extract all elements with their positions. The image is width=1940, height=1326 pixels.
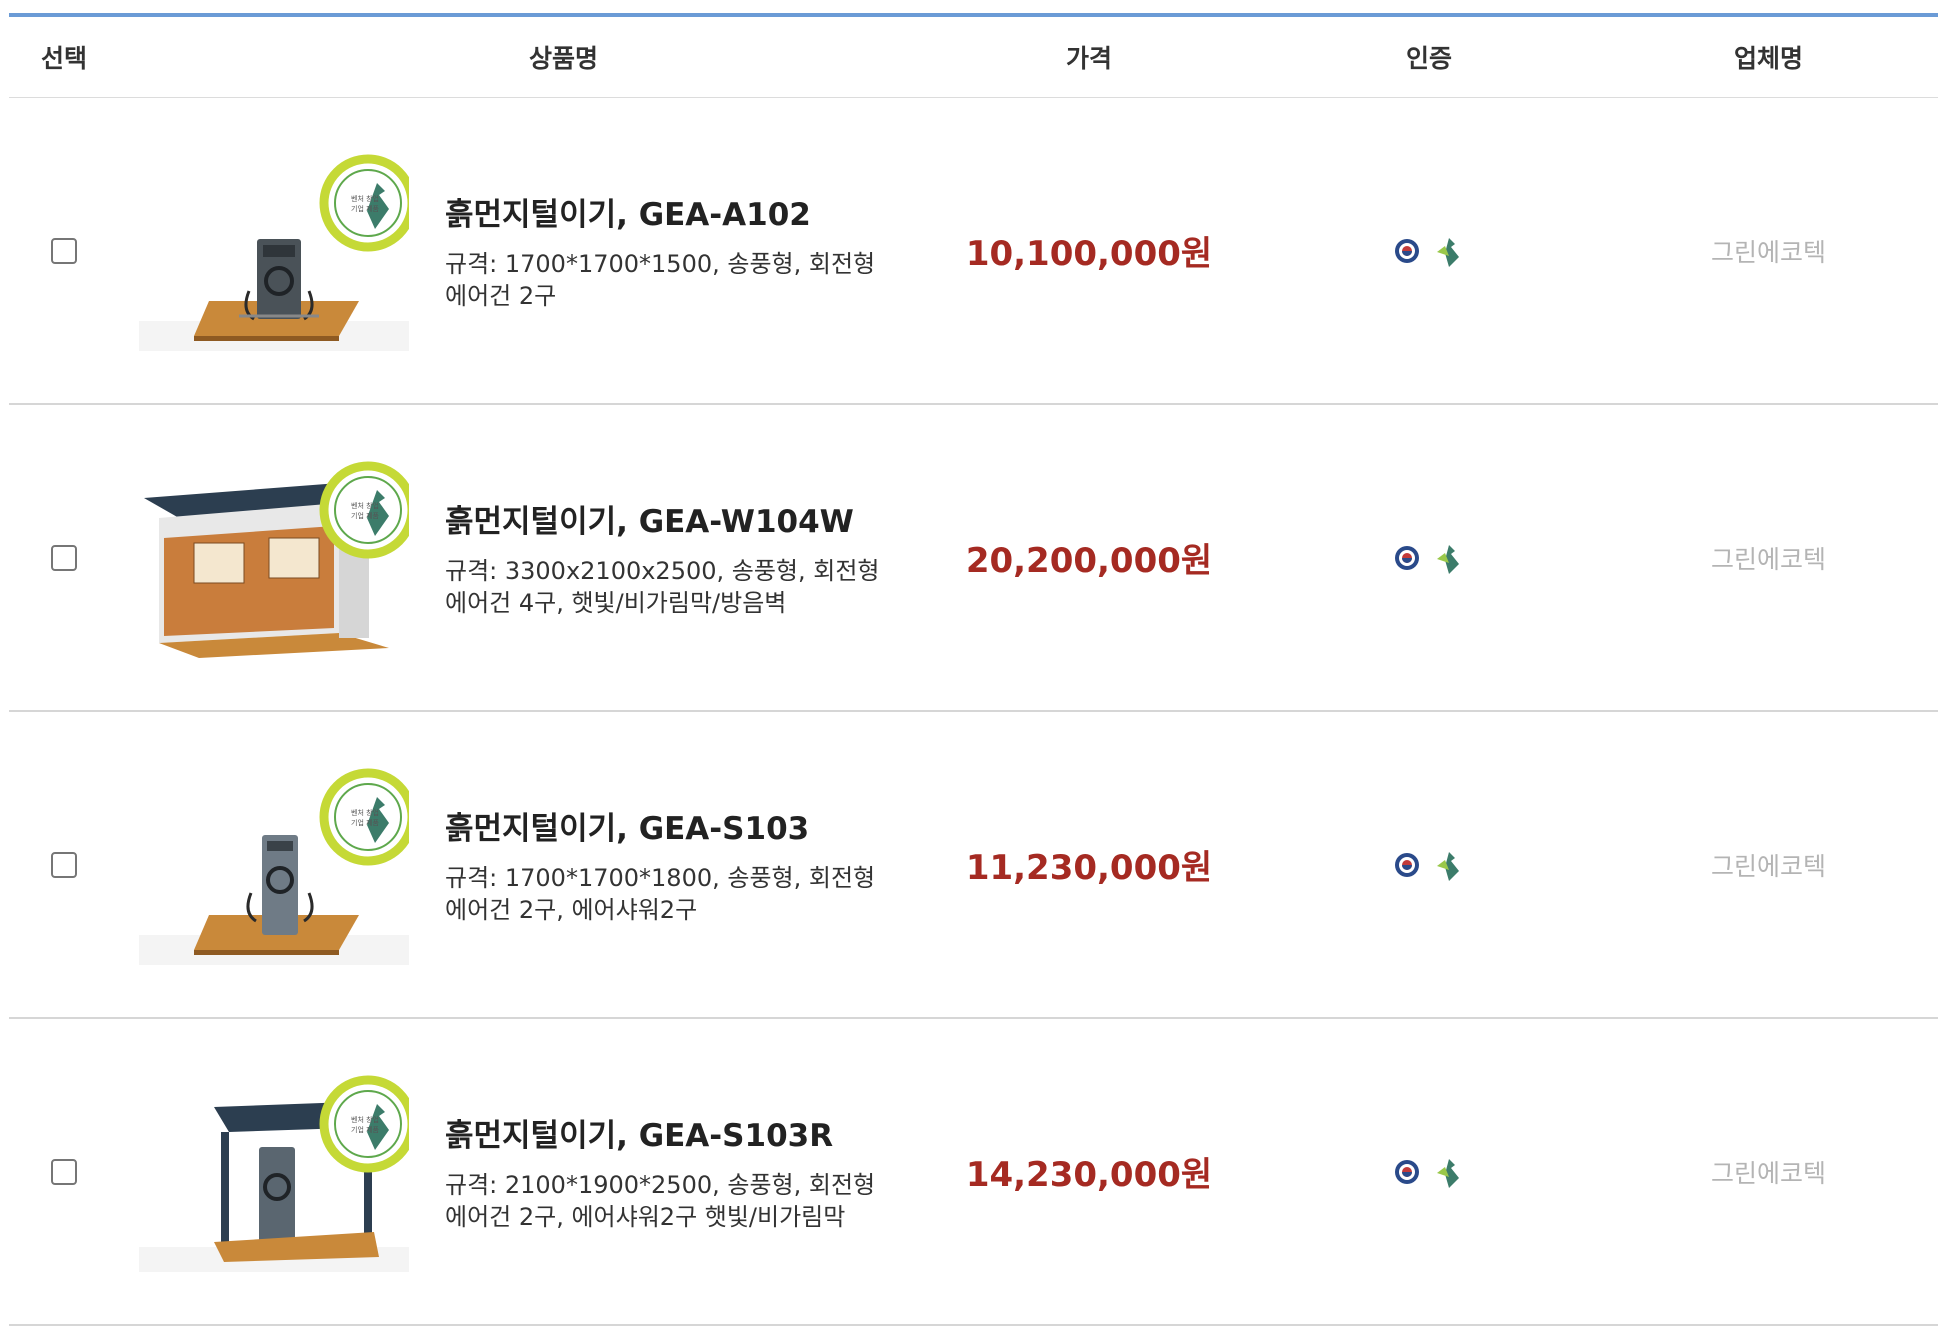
product-thumbnail[interactable]: 벤처 창업 기업 제품 bbox=[139, 458, 409, 658]
svg-text:기업 제품: 기업 제품 bbox=[351, 1125, 380, 1134]
header-product: 상품명 bbox=[529, 44, 599, 73]
row-select-checkbox[interactable] bbox=[51, 1158, 77, 1185]
product-price: 14,230,000원 bbox=[965, 1155, 1213, 1195]
product-name-link[interactable]: 흙먼지털이기, GEA-W104W bbox=[445, 496, 919, 541]
korea-gov-cert-icon bbox=[1395, 1159, 1419, 1184]
korea-gov-cert-icon bbox=[1395, 238, 1419, 263]
product-price: 10,100,000원 bbox=[965, 234, 1213, 274]
venture-cert-icon bbox=[1437, 851, 1459, 881]
product-name-link[interactable]: 흙먼지털이기, GEA-A102 bbox=[445, 189, 919, 234]
table-row: 벤처 창업 기업 제품 흙먼지털이기, GEA-S103 규격: 1700*17… bbox=[9, 712, 1938, 1019]
venture-badge-icon: 벤처 창업 기업 제품 bbox=[319, 461, 409, 558]
product-name-link[interactable]: 흙먼지털이기, GEA-S103 bbox=[445, 803, 919, 848]
product-price: 11,230,000원 bbox=[965, 848, 1213, 888]
product-spec-line1: 규격: 3300x2100x2500, 송풍형, 회전형 bbox=[445, 557, 880, 585]
svg-text:기업 제품: 기업 제품 bbox=[351, 818, 380, 827]
header-cert: 인증 bbox=[1405, 44, 1452, 73]
row-select-checkbox[interactable] bbox=[51, 544, 77, 571]
svg-text:벤처 창업: 벤처 창업 bbox=[351, 1115, 379, 1124]
venture-badge-icon: 벤처 창업 기업 제품 bbox=[319, 1075, 409, 1172]
table-header: 선택 상품명 가격 인증 업체명 bbox=[9, 17, 1938, 98]
svg-text:벤처 창업: 벤처 창업 bbox=[351, 501, 379, 510]
korea-gov-cert-icon bbox=[1395, 852, 1419, 877]
header-vendor: 업체명 bbox=[1733, 44, 1803, 73]
svg-text:벤처 창업: 벤처 창업 bbox=[351, 808, 379, 817]
venture-badge-icon: 벤처 창업 기업 제품 bbox=[319, 768, 409, 865]
vendor-name[interactable]: 그린에코텍 bbox=[1711, 545, 1826, 574]
product-spec-line1: 규격: 1700*1700*1800, 송풍형, 회전형 bbox=[445, 864, 876, 892]
product-thumbnail[interactable]: 벤처 창업 기업 제품 bbox=[139, 1072, 409, 1272]
svg-text:기업 제품: 기업 제품 bbox=[351, 204, 380, 213]
venture-badge-icon: 벤처 창업 기업 제품 bbox=[319, 154, 409, 251]
venture-cert-icon bbox=[1437, 544, 1459, 574]
row-select-checkbox[interactable] bbox=[51, 851, 77, 878]
product-price: 20,200,000원 bbox=[965, 541, 1213, 581]
svg-text:기업 제품: 기업 제품 bbox=[351, 511, 380, 520]
header-select: 선택 bbox=[40, 44, 87, 73]
table-row: 벤처 창업 기업 제품 흙먼지털이기, GEA-A102 규격: 1700*17… bbox=[9, 98, 1938, 405]
table-row: 벤처 창업 기업 제품 흙먼지털이기, GEA-S103R 규격: 2100*1… bbox=[9, 1019, 1938, 1326]
product-spec-line2: 에어건 4구, 햇빛/비가림막/방음벽 bbox=[445, 589, 787, 617]
vendor-name[interactable]: 그린에코텍 bbox=[1711, 238, 1826, 267]
product-spec-line1: 규격: 1700*1700*1500, 송풍형, 회전형 bbox=[445, 250, 876, 278]
product-spec-line2: 에어건 2구, 에어샤워2구 햇빛/비가림막 bbox=[445, 1203, 846, 1231]
product-name-link[interactable]: 흙먼지털이기, GEA-S103R bbox=[445, 1110, 919, 1155]
product-spec-line2: 에어건 2구 bbox=[445, 282, 557, 310]
korea-gov-cert-icon bbox=[1395, 545, 1419, 570]
product-table: 선택 상품명 가격 인증 업체명 벤처 창업 기업 제품 흙먼지털이기, GEA… bbox=[9, 13, 1938, 1326]
venture-cert-icon bbox=[1437, 237, 1459, 267]
header-price: 가격 bbox=[1065, 44, 1112, 73]
product-thumbnail[interactable]: 벤처 창업 기업 제품 bbox=[139, 151, 409, 351]
row-select-checkbox[interactable] bbox=[51, 237, 77, 264]
vendor-name[interactable]: 그린에코텍 bbox=[1711, 1159, 1826, 1188]
product-thumbnail[interactable]: 벤처 창업 기업 제품 bbox=[139, 765, 409, 965]
venture-cert-icon bbox=[1437, 1158, 1459, 1188]
vendor-name[interactable]: 그린에코텍 bbox=[1711, 852, 1826, 881]
svg-text:벤처 창업: 벤처 창업 bbox=[351, 194, 379, 203]
table-row: 벤처 창업 기업 제품 흙먼지털이기, GEA-W104W 규격: 3300x2… bbox=[9, 405, 1938, 712]
product-spec-line2: 에어건 2구, 에어샤워2구 bbox=[445, 896, 698, 924]
product-spec-line1: 규격: 2100*1900*2500, 송풍형, 회전형 bbox=[445, 1171, 876, 1199]
